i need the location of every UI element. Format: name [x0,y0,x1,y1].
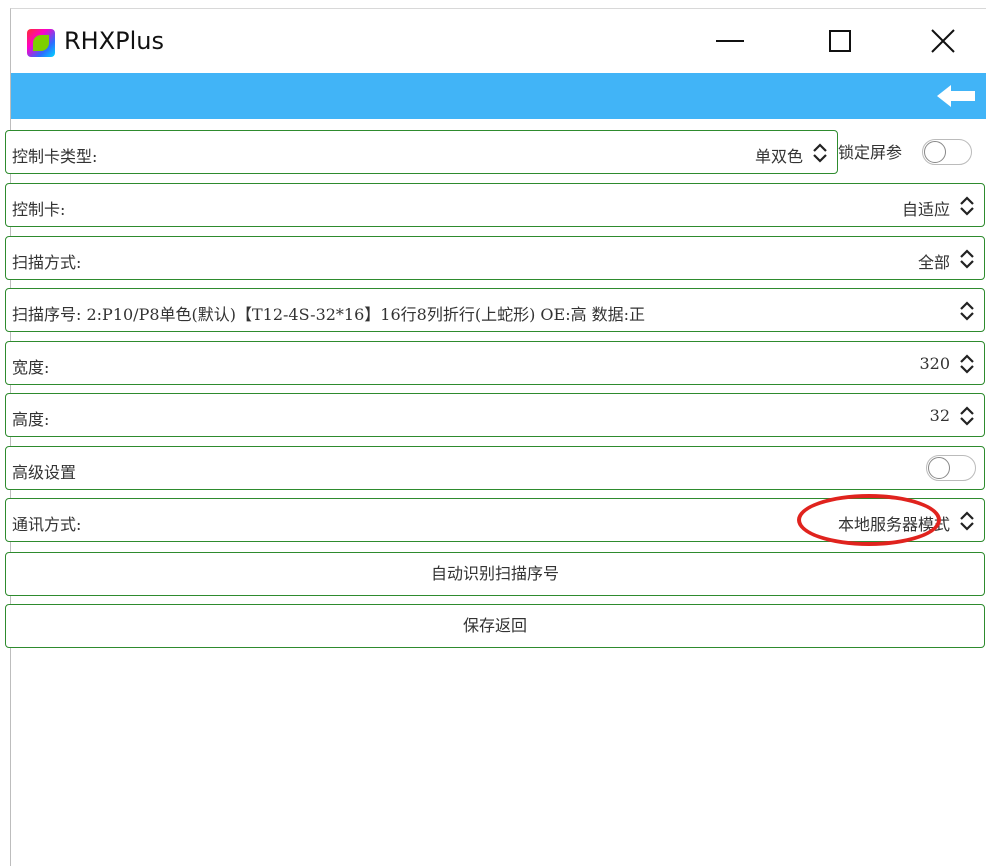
back-arrow-icon[interactable] [935,83,977,109]
maximize-button[interactable] [814,21,866,61]
lock-screen-toggle[interactable] [922,139,972,165]
up-down-chevron-icon [960,196,974,216]
width-select[interactable]: 宽度: 320 [5,341,985,385]
advanced-settings-label: 高级设置 [12,463,77,482]
width-label: 宽度: [12,358,50,377]
height-select[interactable]: 高度: 32 [5,393,985,437]
card-type-label: 控制卡类型: [12,147,98,166]
scan-mode-select[interactable]: 扫描方式: 全部 [5,236,985,280]
up-down-chevron-icon [960,406,974,426]
up-down-chevron-icon [960,301,974,321]
up-down-chevron-icon [960,354,974,374]
height-label: 高度: [12,410,50,429]
height-value: 32 [929,406,950,425]
window-title: RHXPlus [64,27,165,55]
maximize-icon [829,30,851,52]
advanced-settings-row: 高级设置 [5,446,985,490]
title-bar: RHXPlus [11,9,986,73]
advanced-settings-toggle[interactable] [926,455,976,481]
red-circle-annotation [797,494,941,546]
close-button[interactable] [917,21,969,61]
scan-mode-value: 全部 [917,253,950,272]
up-down-chevron-icon [960,511,974,531]
auto-detect-scan-button[interactable]: 自动识别扫描序号 [5,552,985,596]
card-value: 自适应 [901,200,950,219]
scan-sequence-label: 扫描序号: 2:P10/P8单色(默认)【T12-4S-32*16】16行8列折… [12,305,646,324]
card-type-value: 单双色 [754,147,803,166]
minimize-button[interactable] [704,21,756,61]
app-logo-icon [27,29,55,57]
card-select[interactable]: 控制卡: 自适应 [5,183,985,227]
minimize-icon [716,40,744,42]
card-type-select[interactable]: 控制卡类型: 单双色 [5,130,838,174]
save-return-button[interactable]: 保存返回 [5,604,985,648]
comm-mode-label: 通讯方式: [12,515,82,534]
card-label: 控制卡: [12,200,66,219]
up-down-chevron-icon [960,249,974,269]
scan-mode-label: 扫描方式: [12,253,82,272]
header-bar [11,73,986,119]
close-icon [931,29,955,53]
up-down-chevron-icon [813,143,827,163]
lock-screen-label: 锁定屏参 [838,143,903,162]
scan-sequence-select[interactable]: 扫描序号: 2:P10/P8单色(默认)【T12-4S-32*16】16行8列折… [5,288,985,332]
width-value: 320 [919,354,950,373]
